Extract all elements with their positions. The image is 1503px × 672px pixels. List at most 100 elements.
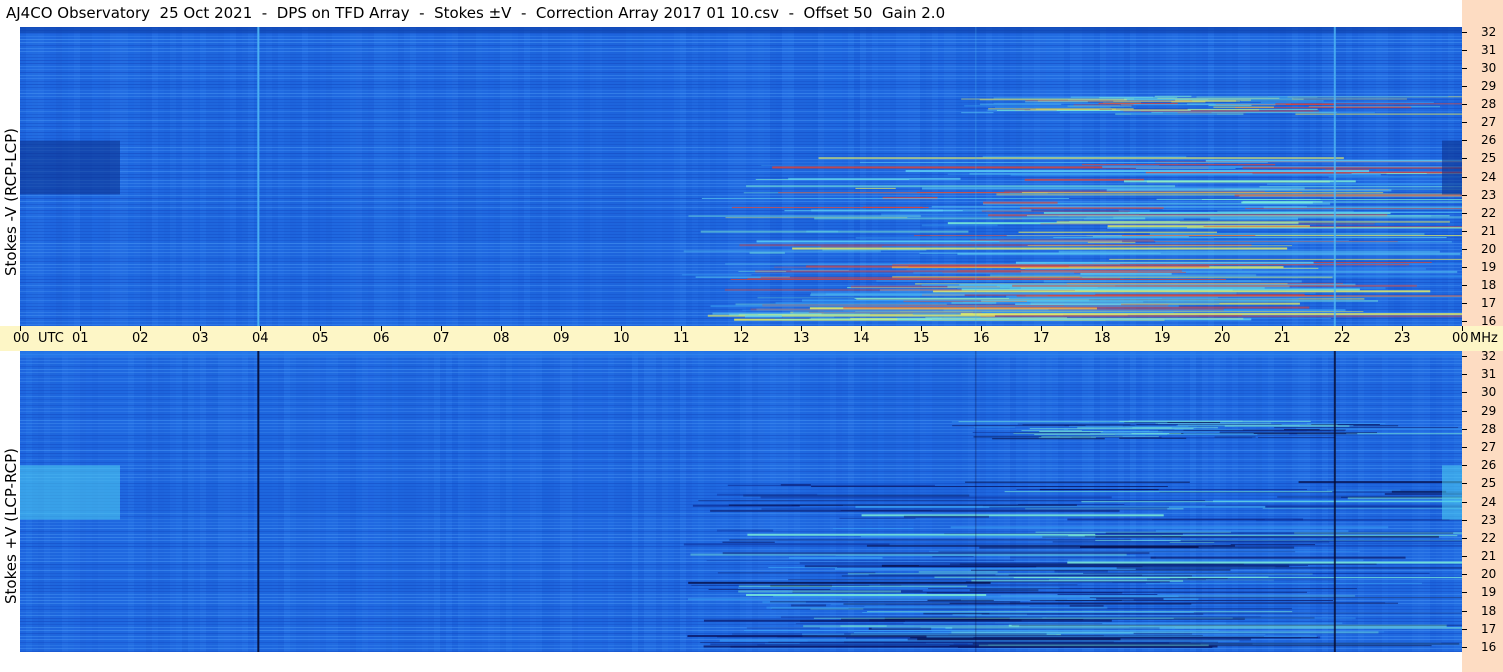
frequency-tick-mark: [1462, 411, 1467, 412]
spectrogram-band: [855, 187, 896, 189]
spectrogram-band: [350, 27, 356, 326]
spectrogram-band: [20, 150, 1462, 151]
spectrogram-band: [770, 601, 1021, 603]
time-tick-label: 05: [312, 331, 329, 346]
frequency-tick-label: 18: [1481, 604, 1497, 618]
time-tick-label: 13: [793, 331, 810, 346]
spectrogram-band: [152, 27, 158, 326]
spectrogram-band: [632, 27, 638, 326]
spectrogram-band: [777, 539, 1132, 541]
time-tick-label: 14: [853, 331, 870, 346]
time-tick-label: 20: [1214, 331, 1231, 346]
spectrogram-band: [20, 417, 1462, 418]
spectrogram-band: [368, 27, 374, 326]
frequency-tick-label: 20: [1481, 567, 1497, 581]
spectrogram-band: [745, 315, 782, 318]
frequency-tick-label: 18: [1481, 278, 1497, 292]
time-tick-label: 23: [1394, 331, 1411, 346]
spectrogram-band: [20, 462, 1462, 463]
spectrogram-band: [717, 572, 876, 574]
frequency-tick-mark: [1462, 429, 1467, 430]
spectrogram-band: [1333, 27, 1336, 326]
spectrogram-band: [20, 156, 1462, 157]
spectrogram-band: [530, 27, 536, 326]
frequency-tick-label: 16: [1481, 640, 1497, 654]
spectrogram-band: [20, 486, 1462, 487]
spectrogram-band: [867, 611, 1293, 613]
spectrogram-band: [810, 317, 942, 319]
frequency-tick-label: 27: [1481, 440, 1497, 454]
frequency-tick-label: 17: [1481, 622, 1497, 636]
spectrogram-band: [706, 560, 1015, 562]
frequency-tick-mark: [1462, 483, 1467, 484]
spectrogram-band: [224, 27, 230, 326]
spectrogram-band: [512, 27, 518, 326]
spectrogram-band: [980, 315, 1462, 318]
spectrogram-band: [374, 27, 380, 326]
spectrogram-band: [701, 197, 1070, 199]
spectrogram-band: [1326, 489, 1401, 491]
spectrogram-band: [928, 588, 1357, 590]
spectrogram-band: [975, 27, 977, 326]
spectrogram-band: [20, 396, 1462, 397]
spectrogram-band: [1069, 604, 1104, 607]
spectrogram-band: [20, 456, 1462, 457]
spectrogram-band: [1291, 98, 1407, 100]
spectrogram-band: [957, 287, 1386, 290]
frequency-tick-label: 22: [1481, 531, 1497, 545]
spectrogram-band: [1010, 556, 1157, 559]
spectrogram-band: [1230, 544, 1316, 546]
frequency-tick-mark: [1462, 231, 1467, 232]
spectrogram-band: [20, 153, 1462, 154]
spectrogram-band: [1079, 275, 1462, 278]
spectrogram-band: [788, 557, 883, 560]
spectrogram-band: [380, 27, 386, 326]
spectrogram-band: [20, 69, 1462, 70]
spectrogram-band: [20, 255, 1462, 256]
frequency-tick-mark: [1462, 86, 1467, 87]
spectrogram-band: [266, 27, 272, 326]
spectrogram-band: [506, 27, 512, 326]
spectrogram-band: [20, 147, 1462, 148]
spectrogram-band: [170, 27, 176, 326]
spectrogram-band: [729, 313, 871, 316]
spectrogram-band: [931, 206, 1307, 208]
spectrogram-band: [1242, 166, 1462, 169]
spectrogram-band: [1201, 199, 1462, 201]
spectrogram-band: [1073, 104, 1134, 106]
spectrogram-top-svg: [20, 27, 1462, 326]
spectrogram-band: [20, 522, 1462, 523]
spectrogram-band: [792, 247, 1288, 250]
spectrogram-band: [716, 529, 774, 532]
spectrogram-band: [128, 27, 134, 326]
frequency-tick-mark: [1462, 647, 1467, 648]
spectrogram-band: [566, 27, 572, 326]
spectrogram-band: [1274, 427, 1459, 429]
spectrogram-band: [698, 500, 1206, 502]
spectrogram-band: [20, 651, 1462, 652]
spectrogram-stokes-minus-v: [20, 27, 1462, 326]
spectrogram-band: [1026, 215, 1450, 217]
spectrogram-band: [791, 604, 827, 607]
spectrogram-band: [20, 270, 1462, 271]
spectrogram-band: [746, 185, 1176, 188]
spectrogram-band: [771, 607, 849, 609]
spectrogram-bottom-svg: [20, 351, 1462, 652]
spectrogram-band: [918, 571, 998, 573]
spectrogram-band: [731, 207, 929, 209]
spectrogram-band: [620, 27, 626, 326]
spectrogram-band: [1267, 96, 1449, 98]
spectrogram-band: [20, 570, 1462, 571]
time-tick-label: 00: [1452, 331, 1469, 346]
time-tick-label: 02: [132, 331, 149, 346]
spectrogram-band: [740, 27, 746, 326]
time-tick-label: 11: [673, 331, 690, 346]
frequency-tick-label: 30: [1481, 61, 1497, 75]
spectrogram-band: [1308, 106, 1411, 108]
spectrogram-band: [122, 27, 128, 326]
spectrogram-band: [662, 27, 668, 326]
spectrogram-band: [760, 496, 1112, 499]
spectrogram-band: [1316, 27, 1322, 326]
spectrogram-band: [788, 177, 961, 180]
spectrogram-band: [1210, 217, 1299, 220]
